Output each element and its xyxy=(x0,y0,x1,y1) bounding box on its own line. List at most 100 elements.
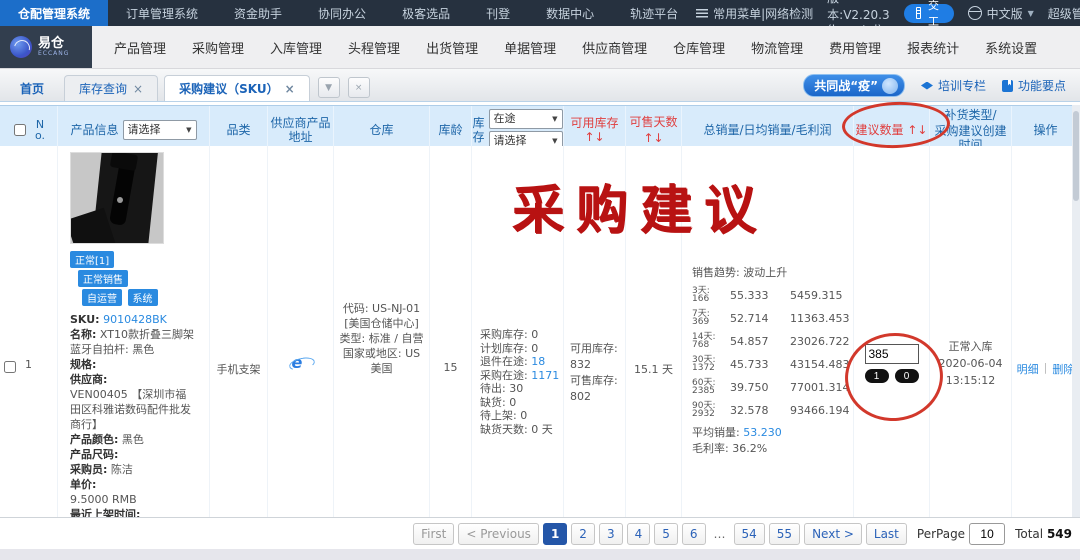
sellable-stock-label: 可售库存: xyxy=(570,373,618,389)
common-menu-toggle[interactable]: 常用菜单|网络检测 xyxy=(696,5,813,22)
link-separator: | xyxy=(1044,361,1048,374)
warehouse-country: 国家或地区: US 美国 xyxy=(338,346,425,376)
menu-warehouse[interactable]: 仓库管理 xyxy=(673,38,725,57)
page-button-55[interactable]: 55 xyxy=(769,523,800,545)
perpage-input[interactable] xyxy=(969,523,1005,545)
submit-ticket-button[interactable]: 提交工单 xyxy=(904,4,954,23)
page-button-4[interactable]: 4 xyxy=(627,523,651,545)
page-button-5[interactable]: 5 xyxy=(654,523,678,545)
sort-arrows-icon: ↑↓ xyxy=(907,123,927,137)
menu-first-leg[interactable]: 头程管理 xyxy=(348,38,400,57)
menu-inbound[interactable]: 入库管理 xyxy=(270,38,322,57)
tab-close-all-button[interactable]: × xyxy=(348,77,370,98)
select-all-checkbox[interactable] xyxy=(14,124,26,136)
detail-link[interactable]: 明细 xyxy=(1017,361,1039,377)
qty-quick-button-1[interactable]: 1 xyxy=(865,369,889,383)
purchase-in-transit-link[interactable]: 1171 xyxy=(531,369,559,382)
available-stock-value: 832 xyxy=(570,357,591,373)
feature-highlights-link[interactable]: 功能要点 xyxy=(1002,77,1066,94)
web-link-icon[interactable]: e xyxy=(292,354,310,372)
page-button-54[interactable]: 54 xyxy=(734,523,765,545)
page-button-1[interactable]: 1 xyxy=(543,523,567,545)
page-next-button[interactable]: Next > xyxy=(804,523,862,545)
cell-supplier-address: e xyxy=(268,146,334,517)
page-button-2[interactable]: 2 xyxy=(571,523,595,545)
purchase-suggestion-panel: No. 产品信息 请选择▼ 品类 供应商产品地址 仓库 库龄 库存 在途▼ 请选… xyxy=(0,101,1080,549)
stock-filter-select-1[interactable]: 在途▼ xyxy=(489,109,563,129)
trend-value: 波动上升 xyxy=(743,266,787,279)
menu-logistics[interactable]: 物流管理 xyxy=(751,38,803,57)
page-button-3[interactable]: 3 xyxy=(599,523,623,545)
cell-operations: 明细|删除 xyxy=(1012,146,1080,517)
language-label: 中文版 xyxy=(987,5,1023,22)
row-number: 1 xyxy=(25,358,32,371)
tab-inventory-query[interactable]: 库存查询× xyxy=(64,75,158,101)
vertical-scrollbar[interactable] xyxy=(1072,105,1080,517)
row-checkbox[interactable] xyxy=(4,361,16,373)
nav-product-picking[interactable]: 极客选品 xyxy=(384,0,468,26)
status-badge: 正常销售 xyxy=(78,270,128,287)
cell-product-info: 正常[1] 正常销售 自运营 系统 SKU: 9010428BK 名称: XT1… xyxy=(58,146,210,517)
avg-sales-label: 平均销量: xyxy=(692,426,740,439)
product-image[interactable] xyxy=(70,152,164,244)
nav-data-center[interactable]: 数据中心 xyxy=(528,0,612,26)
sort-arrows-icon: ↑↓ xyxy=(584,130,604,144)
available-stock-label: 可用库存: xyxy=(570,341,618,357)
warehouse-type: 类型: 标准 / 自营 xyxy=(340,331,424,346)
trend-label: 销售趋势: xyxy=(692,266,740,279)
logo-subtitle: ECCANG xyxy=(38,50,69,57)
tab-purchase-suggestion[interactable]: 采购建议（SKU） × xyxy=(164,75,310,101)
nav-listing[interactable]: 刊登 xyxy=(468,0,528,26)
suggest-qty-input[interactable] xyxy=(865,344,919,364)
margin-value: 36.2% xyxy=(732,442,767,455)
globe-icon xyxy=(968,6,982,20)
product-filter-select[interactable]: 请选择▼ xyxy=(123,120,197,140)
user-menu[interactable]: 超级管理员▼ xyxy=(1048,5,1080,22)
menu-documents[interactable]: 单据管理 xyxy=(504,38,556,57)
nav-collaboration[interactable]: 协同办公 xyxy=(300,0,384,26)
nav-warehouse-system[interactable]: 仓配管理系统 xyxy=(0,0,108,26)
page-first-button[interactable]: First xyxy=(413,523,454,545)
status-badge: 正常[1] xyxy=(70,251,114,268)
menu-supplier[interactable]: 供应商管理 xyxy=(582,38,647,57)
nav-tracking-platform[interactable]: 轨迹平台 xyxy=(612,0,696,26)
menu-settings[interactable]: 系统设置 xyxy=(985,38,1037,57)
menu-purchase[interactable]: 采购管理 xyxy=(192,38,244,57)
nav-order-system[interactable]: 订单管理系统 xyxy=(108,0,216,26)
app-logo[interactable]: 易仓ECCANG xyxy=(0,26,92,68)
cell-sellable-days: 15.1 天 xyxy=(626,146,682,517)
campaign-banner[interactable]: 共同战“疫” xyxy=(803,74,905,97)
sku-value[interactable]: 9010428BK xyxy=(103,313,167,326)
cell-row-select: 1 xyxy=(0,146,58,517)
nav-fund-assistant[interactable]: 资金助手 xyxy=(216,0,300,26)
close-icon[interactable]: × xyxy=(133,82,143,96)
tab-home[interactable]: 首页 xyxy=(6,76,58,101)
table-row: 1 正常[1] 正常销售 自运营 系统 SKU: 9010428BK 名称: X… xyxy=(0,146,1080,517)
page-previous-button[interactable]: < Previous xyxy=(458,523,539,545)
sellable-days-value: 15.1 天 xyxy=(634,361,673,377)
stock-filter-value-1: 在途 xyxy=(494,112,516,126)
category-value: 手机支架 xyxy=(217,361,261,377)
menu-expense[interactable]: 费用管理 xyxy=(829,38,881,57)
perpage-label: PerPage xyxy=(917,527,965,541)
buyer-label: 采购员: xyxy=(70,463,107,476)
replenish-date: 2020-06-04 xyxy=(939,355,1003,372)
price-value: 9.5000 RMB xyxy=(70,492,194,507)
menu-outbound[interactable]: 出货管理 xyxy=(426,38,478,57)
tab-purchase-label: 采购建议（SKU） xyxy=(179,80,278,97)
tab-list-dropdown-button[interactable]: ▼ xyxy=(318,77,340,98)
scrollbar-thumb[interactable] xyxy=(1073,111,1079,201)
features-label: 功能要点 xyxy=(1018,77,1066,94)
color-value: 黑色 xyxy=(122,433,144,446)
returns-in-transit-link[interactable]: 18 xyxy=(531,355,545,368)
training-column-link[interactable]: 培训专栏 xyxy=(921,77,986,94)
language-switcher[interactable]: 中文版▼ xyxy=(968,5,1034,22)
menu-product[interactable]: 产品管理 xyxy=(114,38,166,57)
color-label: 产品颜色: xyxy=(70,433,118,446)
buyer-value: 陈洁 xyxy=(111,463,133,476)
menu-reports[interactable]: 报表统计 xyxy=(907,38,959,57)
page-last-button[interactable]: Last xyxy=(866,523,907,545)
close-icon[interactable]: × xyxy=(285,82,295,96)
page-button-6[interactable]: 6 xyxy=(682,523,706,545)
qty-quick-button-0[interactable]: 0 xyxy=(895,369,919,383)
